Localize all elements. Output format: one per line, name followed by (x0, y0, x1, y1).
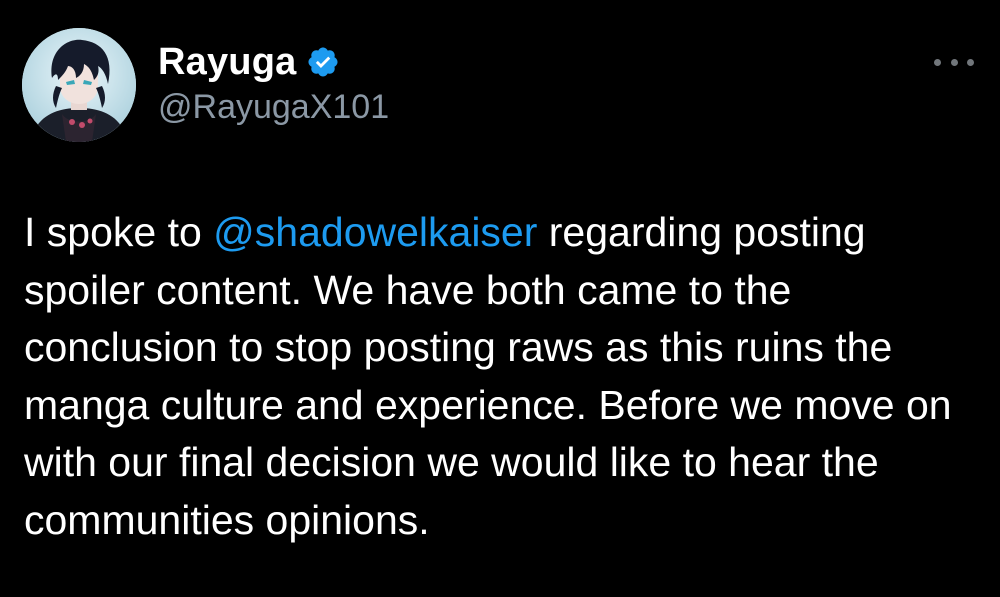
tweet-text: I spoke to @shadowelkaiser regarding pos… (24, 204, 984, 550)
avatar[interactable] (22, 28, 136, 142)
more-options-icon (967, 58, 974, 66)
verified-badge-icon (306, 45, 340, 79)
user-name-row: Rayuga (158, 40, 340, 84)
anime-character-avatar-icon (22, 28, 136, 142)
more-options-button[interactable] (934, 52, 974, 72)
tweet-text-after-mention: regarding posting spoiler content. We ha… (24, 209, 952, 543)
mention-link[interactable]: @shadowelkaiser (213, 209, 537, 255)
user-handle[interactable]: @RayugaX101 (158, 88, 389, 127)
more-options-icon (950, 58, 958, 66)
more-options-icon (934, 58, 941, 66)
display-name[interactable]: Rayuga (158, 41, 296, 84)
tweet-text-before-mention: I spoke to (24, 209, 214, 255)
